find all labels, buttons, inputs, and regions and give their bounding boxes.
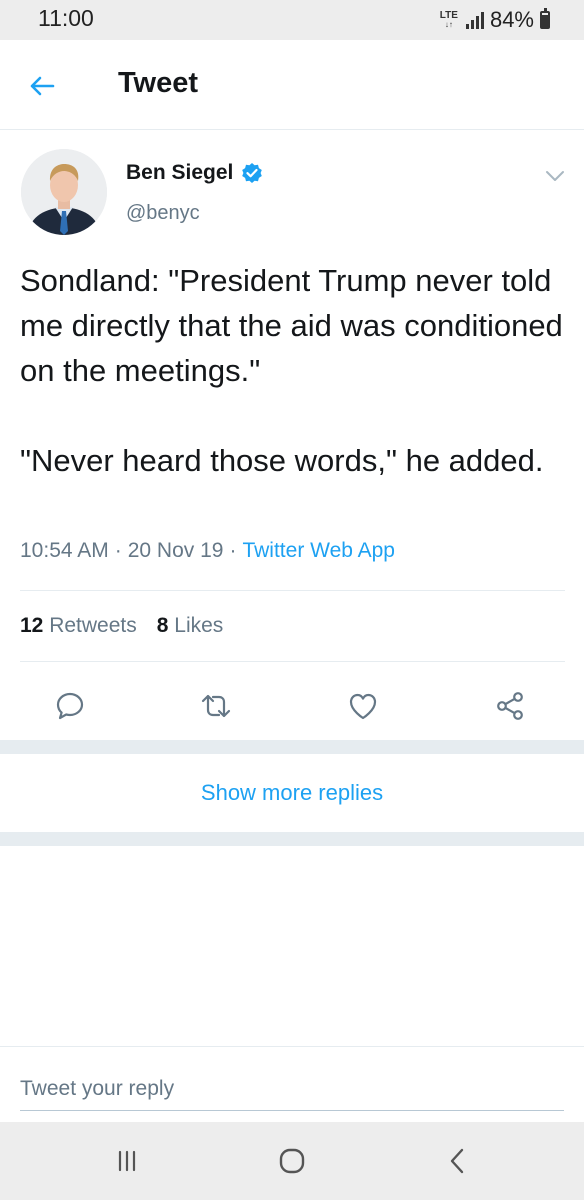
like-button[interactable]: [341, 684, 385, 728]
status-time: 11:00: [38, 5, 94, 31]
avatar-photo: [21, 149, 107, 235]
likes-label: Likes: [174, 614, 224, 637]
signal-strength-icon: [465, 11, 484, 29]
reply-input[interactable]: [20, 1067, 564, 1111]
likes-stat[interactable]: 8 Likes: [157, 614, 224, 638]
tweet-source-link[interactable]: Twitter Web App: [242, 539, 395, 563]
recent-apps-button[interactable]: [102, 1138, 152, 1184]
network-type-label: LTE: [439, 10, 458, 21]
tweet-time: 10:54 AM: [20, 539, 109, 562]
retweet-icon: [201, 694, 231, 718]
chevron-left-icon: [450, 1148, 464, 1174]
retweets-label: Retweets: [49, 614, 137, 637]
system-back-button[interactable]: [432, 1138, 482, 1184]
battery-percent: 84%: [489, 7, 534, 32]
share-icon: [497, 692, 523, 720]
arrow-left-icon: [30, 76, 55, 96]
share-button[interactable]: [488, 684, 532, 728]
tweet-meta: 10:54 AM · 20 Nov 19 · Twitter Web App: [20, 539, 395, 563]
data-arrows-icon: ↓↑: [444, 20, 453, 29]
author-name[interactable]: Ben Siegel: [126, 161, 233, 185]
tweet-stats: 12 Retweets 8 Likes: [20, 614, 223, 638]
author-row[interactable]: Ben Siegel: [126, 161, 263, 185]
avatar[interactable]: [21, 149, 107, 235]
retweets-stat[interactable]: 12 Retweets: [20, 614, 137, 638]
retweets-count: 12: [20, 614, 44, 637]
status-indicators: LTE ↓↑ 84%: [440, 4, 550, 36]
status-bar: 11:00 LTE ↓↑ 84%: [0, 0, 584, 40]
reply-button[interactable]: [48, 684, 92, 728]
tweet-actions: [0, 680, 584, 740]
retweet-button[interactable]: [194, 684, 238, 728]
system-navigation-bar: [0, 1122, 584, 1200]
likes-count: 8: [156, 614, 169, 637]
verified-badge-icon: [242, 163, 263, 183]
author-handle[interactable]: @benyc: [126, 202, 200, 225]
home-icon: [279, 1148, 305, 1174]
reply-icon: [56, 692, 84, 720]
like-icon: [349, 693, 377, 720]
battery-icon: [540, 8, 550, 29]
meta-separator: ·: [229, 539, 237, 562]
home-button[interactable]: [267, 1138, 317, 1184]
meta-separator: ·: [114, 539, 122, 562]
back-button[interactable]: [20, 64, 64, 108]
section-separator: [0, 740, 584, 754]
chevron-down-icon: [546, 171, 564, 181]
show-more-replies-button[interactable]: Show more replies: [0, 754, 584, 832]
divider: [20, 590, 565, 591]
reply-composer: [0, 1046, 584, 1123]
recent-apps-icon: [118, 1150, 136, 1172]
app-header: Tweet: [0, 40, 584, 130]
lte-icon: LTE ↓↑: [439, 10, 458, 30]
page-title: Tweet: [118, 67, 199, 99]
tweet-date: 20 Nov 19: [127, 539, 224, 562]
tweet-text: Sondland: "President Trump never told me…: [20, 263, 563, 478]
divider: [20, 661, 565, 662]
section-separator: [0, 832, 584, 846]
tweet-options-button[interactable]: [540, 164, 570, 188]
